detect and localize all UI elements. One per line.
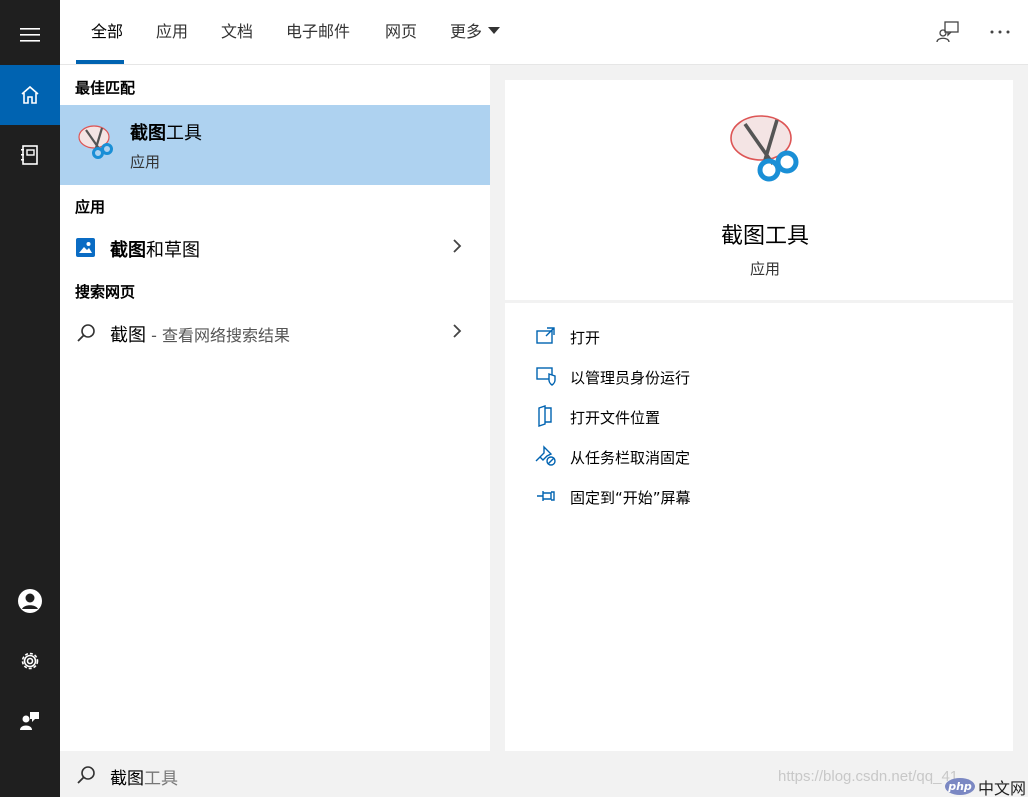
feedback-icon [20, 712, 39, 730]
tab-all[interactable]: 全部 [91, 18, 123, 46]
app-preview-card: 截图工具 应用 [505, 80, 1013, 300]
detail-pane: 截图工具 应用 打开 以管理员身份运行 打开文件位置 从任务栏取消固定 固定到“… [490, 65, 1028, 751]
detail-subtitle: 应用 [749, 260, 780, 278]
tab-apps[interactable]: 应用 [156, 18, 188, 46]
php-logo: php [945, 778, 975, 795]
app-result-title: 截图和草图 [110, 236, 200, 262]
watermark-url: https://blog.csdn.net/qq_41... [778, 768, 971, 785]
settings-button[interactable] [0, 631, 60, 691]
watermark-brand-text: 中文网 [978, 779, 1027, 798]
tab-web[interactable]: 网页 [385, 18, 417, 46]
more-options-button[interactable] [986, 18, 1014, 46]
open-file-location-label: 打开文件位置 [570, 409, 661, 427]
account-icon [18, 589, 42, 613]
hamburger-icon [20, 28, 40, 42]
tab-email[interactable]: 电子邮件 [286, 18, 350, 46]
shield-icon [536, 367, 556, 386]
best-match-heading: 最佳匹配 [75, 79, 136, 97]
detail-title: 截图工具 [720, 224, 809, 249]
account-button[interactable] [0, 571, 60, 631]
snipping-tool-large-icon [730, 115, 799, 182]
search-icon [77, 766, 95, 784]
filter-tabs-bar: 全部 应用 文档 电子邮件 网页 更多 [60, 0, 1028, 65]
app-result-item[interactable]: 截图和草图 [60, 228, 490, 268]
best-match-subtitle: 应用 [130, 153, 161, 171]
tab-more[interactable]: 更多 [450, 18, 501, 46]
home-button[interactable] [0, 65, 60, 125]
search-icon [77, 324, 95, 342]
best-match-title-rest: 工具 [166, 123, 202, 144]
search-input[interactable]: 截图工具 [110, 764, 178, 789]
apps-heading: 应用 [75, 198, 106, 216]
search-typed-text: 截图 [110, 769, 144, 789]
web-result-title: 截图 - 查看网络搜索结果 [110, 321, 290, 347]
web-result-item[interactable]: 截图 - 查看网络搜索结果 [60, 313, 490, 353]
notebook-button[interactable] [0, 125, 60, 185]
open-label: 打开 [570, 329, 601, 347]
actions-list: 打开 以管理员身份运行 打开文件位置 从任务栏取消固定 固定到“开始”屏幕 [505, 303, 1013, 751]
run-as-admin-label: 以管理员身份运行 [570, 369, 691, 387]
ellipsis-icon [990, 30, 1010, 34]
snip-sketch-icon [76, 238, 95, 257]
best-match-item[interactable]: 截图工具 应用 [60, 105, 490, 185]
app-result-title-bold: 截图 [110, 240, 146, 261]
notebook-icon [21, 145, 38, 165]
file-location-icon [538, 405, 552, 427]
best-match-title-bold: 截图 [130, 123, 166, 144]
pin-to-start-label: 固定到“开始”屏幕 [570, 489, 691, 507]
search-suggestion-text: 工具 [144, 769, 178, 789]
chevron-down-icon [488, 27, 501, 34]
chevron-right-icon [453, 324, 462, 338]
hamburger-menu-button[interactable] [0, 5, 60, 65]
feedback-person-icon [936, 21, 959, 43]
tab-documents[interactable]: 文档 [221, 18, 253, 46]
web-result-term: 截图 [110, 325, 146, 346]
sidebar [0, 0, 60, 797]
unpin-taskbar-label: 从任务栏取消固定 [570, 449, 691, 467]
unpin-icon [535, 445, 556, 466]
open-icon [536, 327, 555, 344]
snipping-tool-icon [78, 125, 113, 159]
home-icon [21, 85, 39, 104]
pin-icon [537, 491, 555, 501]
best-match-title: 截图工具 [130, 119, 202, 145]
chevron-right-icon [453, 239, 462, 253]
web-search-heading: 搜索网页 [75, 283, 136, 301]
results-list: 最佳匹配 截图工具 应用 应用 截图和草图 搜索网页 截图 - 查看网络搜索结果 [60, 65, 491, 751]
active-tab-indicator [76, 60, 124, 64]
feedback-hub-button[interactable] [934, 18, 962, 46]
app-result-title-rest: 和草图 [146, 240, 200, 261]
feedback-button[interactable] [0, 691, 60, 751]
gear-icon [21, 652, 39, 670]
web-result-hint: - 查看网络搜索结果 [146, 326, 290, 345]
tab-more-label: 更多 [450, 22, 483, 41]
